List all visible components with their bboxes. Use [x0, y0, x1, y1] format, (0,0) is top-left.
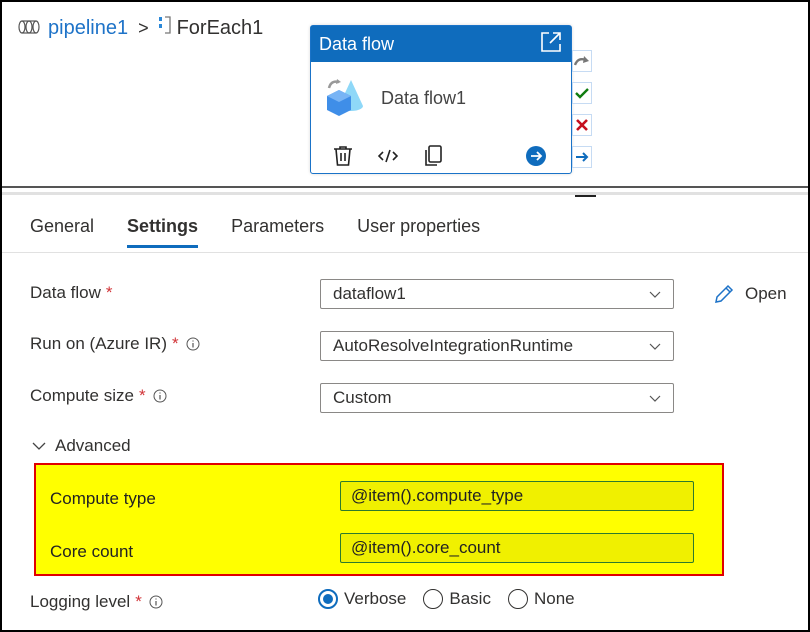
open-data-flow-button[interactable]: Open — [713, 283, 787, 305]
data-flow-label: Data flow * — [30, 283, 113, 303]
compute-size-label-text: Compute size — [30, 386, 134, 405]
data-flow-select[interactable]: dataflow1 — [320, 279, 674, 309]
info-icon[interactable] — [186, 337, 200, 351]
logging-level-label: Logging level * — [30, 592, 163, 612]
radio-empty-icon — [507, 589, 528, 609]
required-marker: * — [138, 386, 146, 405]
open-label: Open — [745, 284, 787, 303]
tab-general[interactable]: General — [30, 216, 94, 248]
chevron-down-icon — [649, 388, 661, 408]
required-marker: * — [135, 592, 142, 611]
core-count-label: Core count — [50, 542, 134, 561]
run-on-select[interactable]: AutoResolveIntegrationRuntime — [320, 331, 674, 361]
radio-label: Verbose — [344, 589, 407, 608]
compute-size-select[interactable]: Custom — [320, 383, 674, 413]
failure-icon[interactable] — [572, 114, 592, 136]
compute-size-label: Compute size * — [30, 386, 167, 406]
open-external-icon[interactable] — [539, 30, 563, 59]
advanced-settings-highlight: Compute type @item().compute_type Core c… — [34, 463, 724, 576]
delete-icon[interactable] — [333, 145, 353, 167]
go-arrow-icon[interactable] — [525, 145, 547, 167]
core-count-input[interactable]: @item().core_count — [340, 533, 694, 563]
radio-label: None — [533, 589, 575, 608]
panel-divider — [2, 186, 808, 188]
breadcrumb-pipeline-link[interactable]: pipeline1 — [48, 17, 128, 40]
info-icon[interactable] — [153, 389, 167, 403]
info-icon[interactable] — [149, 595, 163, 609]
data-flow-icon — [323, 76, 367, 121]
tabs-underline — [2, 252, 808, 253]
required-marker: * — [172, 334, 179, 353]
logging-level-radio-group: Verbose Basic None — [318, 589, 592, 609]
tab-settings[interactable]: Settings — [127, 216, 199, 248]
activity-output-connectors — [572, 50, 592, 168]
pencil-icon — [713, 283, 735, 305]
compute-type-input[interactable]: @item().compute_type — [340, 481, 694, 511]
radio-label: Basic — [449, 589, 491, 608]
properties-tabs: General Settings Parameters User propert… — [30, 216, 513, 248]
foreach-icon — [158, 16, 171, 40]
required-marker: * — [105, 283, 113, 302]
skip-icon[interactable] — [572, 50, 592, 72]
pipeline-canvas[interactable]: pipeline1 > ForEach1 Data flow Data flow… — [2, 2, 808, 186]
run-on-label-text: Run on (Azure IR) — [30, 334, 167, 353]
compute-type-label: Compute type — [50, 489, 156, 508]
tab-parameters[interactable]: Parameters — [231, 216, 324, 248]
tab-user-properties[interactable]: User properties — [357, 216, 480, 248]
data-flow-value: dataflow1 — [333, 284, 406, 303]
completion-icon[interactable] — [572, 146, 592, 168]
compute-size-value: Custom — [333, 388, 392, 407]
success-icon[interactable] — [572, 82, 592, 104]
chevron-down-icon — [649, 336, 661, 356]
radio-selected-icon — [318, 589, 338, 609]
advanced-toggle[interactable]: Advanced — [32, 436, 131, 456]
run-on-value: AutoResolveIntegrationRuntime — [333, 336, 574, 355]
panel-resize-bar[interactable] — [2, 192, 808, 195]
pipeline-icon — [18, 17, 40, 40]
radio-verbose[interactable]: Verbose — [318, 589, 406, 609]
code-icon[interactable] — [377, 147, 399, 165]
card-header: Data flow — [311, 26, 571, 62]
logging-level-label-text: Logging level — [30, 592, 131, 611]
breadcrumb-separator: > — [138, 17, 149, 38]
breadcrumb-current: ForEach1 — [176, 16, 264, 39]
card-type-title: Data flow — [319, 33, 395, 54]
radio-empty-icon — [423, 589, 444, 609]
data-flow-label-text: Data flow — [30, 283, 101, 302]
resize-grip[interactable] — [575, 195, 596, 197]
chevron-down-icon — [32, 442, 46, 451]
chevron-down-icon — [649, 284, 661, 304]
radio-none[interactable]: None — [507, 589, 575, 609]
breadcrumb: pipeline1 > ForEach1 — [18, 16, 263, 40]
data-flow-activity-card[interactable]: Data flow Data flow1 — [310, 25, 572, 174]
radio-basic[interactable]: Basic — [423, 589, 491, 609]
activity-name: Data flow1 — [381, 88, 467, 108]
copy-icon[interactable] — [423, 145, 443, 167]
run-on-label: Run on (Azure IR) * — [30, 334, 200, 354]
advanced-label: Advanced — [55, 436, 131, 455]
